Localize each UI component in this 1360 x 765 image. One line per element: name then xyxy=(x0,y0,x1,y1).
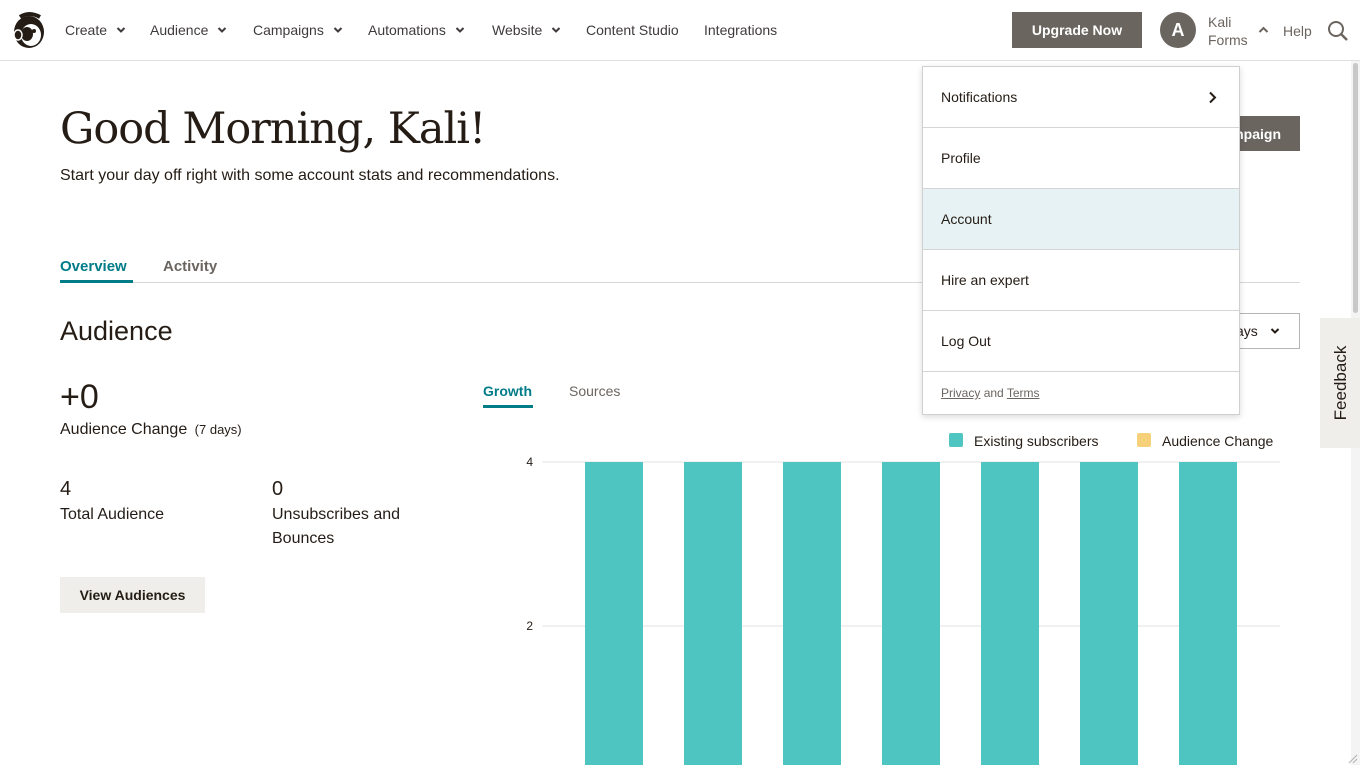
nav-website[interactable]: Website xyxy=(492,22,561,38)
nav-create[interactable]: Create xyxy=(65,22,126,38)
resize-grip-icon xyxy=(1348,754,1358,764)
menu-item-account[interactable]: Account xyxy=(923,189,1239,250)
menu-item-account-label: Account xyxy=(941,211,992,227)
chevron-up-icon[interactable] xyxy=(1258,26,1269,34)
avatar[interactable]: A xyxy=(1160,12,1196,48)
menu-item-profile-label: Profile xyxy=(941,150,981,166)
scrollbar-thumb[interactable] xyxy=(1353,63,1358,313)
chart-bar-existing-7[interactable] xyxy=(1179,462,1237,765)
audience-change-period: (7 days) xyxy=(194,422,242,437)
menu-item-notifications[interactable]: Notifications xyxy=(923,67,1239,128)
nav-automations-label: Automations xyxy=(368,22,446,38)
nav-website-label: Website xyxy=(492,22,543,38)
nav-audience-label: Audience xyxy=(150,22,209,38)
menu-footer: Privacy and Terms xyxy=(941,386,1040,400)
chart-tab-sources[interactable]: Sources xyxy=(569,383,620,399)
mailchimp-logo-icon[interactable] xyxy=(10,11,48,51)
nav-content-studio[interactable]: Content Studio xyxy=(586,22,679,38)
audience-change-text: Audience Change xyxy=(60,421,188,438)
chevron-right-icon xyxy=(1209,91,1217,104)
chart-bar-existing-4[interactable] xyxy=(882,462,940,765)
total-audience-label: Total Audience xyxy=(60,506,165,523)
y-tick-label: 2 xyxy=(526,619,533,633)
nav-audience[interactable]: Audience xyxy=(150,22,227,38)
active-tab-indicator xyxy=(60,280,133,283)
tab-activity[interactable]: Activity xyxy=(163,258,217,275)
chart-tab-indicator xyxy=(483,405,533,408)
audience-section-title: Audience xyxy=(60,316,173,346)
feedback-label[interactable]: Feedback xyxy=(1331,346,1351,421)
nav-integrations[interactable]: Integrations xyxy=(704,22,777,38)
menu-item-log-out[interactable]: Log Out xyxy=(923,311,1239,372)
audience-change-label: Audience Change (7 days) xyxy=(60,421,242,439)
chevron-down-icon xyxy=(552,27,561,33)
chevron-down-icon xyxy=(1270,328,1280,334)
page-title: Good Morning, Kali! xyxy=(60,104,486,154)
audience-growth-chart: 42 xyxy=(526,455,1280,765)
nav-automations[interactable]: Automations xyxy=(368,22,465,38)
chart-tab-growth[interactable]: Growth xyxy=(483,383,532,399)
menu-item-notifications-label: Notifications xyxy=(941,89,1018,105)
y-tick-label: 4 xyxy=(526,455,533,469)
search-icon[interactable] xyxy=(1327,20,1349,42)
unsubscribes-value: 0 xyxy=(272,478,284,500)
user-name[interactable]: Kali Forms xyxy=(1208,13,1248,49)
unsubscribes-label: Unsubscribes and Bounces xyxy=(272,503,400,551)
total-audience-value: 4 xyxy=(60,478,72,500)
footer-and-text: and xyxy=(983,386,1004,400)
unsubscribes-label-line2: Bounces xyxy=(272,530,335,547)
top-navigation: Create Audience Campaigns Automations We… xyxy=(0,0,1360,61)
chart-bar-existing-3[interactable] xyxy=(783,462,841,765)
page-subtitle: Start your day off right with some accou… xyxy=(60,167,560,184)
chart-bar-existing-5[interactable] xyxy=(981,462,1039,765)
menu-item-log-out-label: Log Out xyxy=(941,333,991,349)
user-last-name: Forms xyxy=(1208,32,1248,48)
chart-bar-existing-6[interactable] xyxy=(1080,462,1138,765)
menu-item-hire-expert-label: Hire an expert xyxy=(941,272,1029,288)
terms-link[interactable]: Terms xyxy=(1007,386,1040,400)
menu-item-profile[interactable]: Profile xyxy=(923,128,1239,189)
audience-change-value: +0 xyxy=(60,378,99,416)
chart-bar-existing-1[interactable] xyxy=(585,462,643,765)
upgrade-now-button[interactable]: Upgrade Now xyxy=(1012,12,1142,48)
nav-campaigns[interactable]: Campaigns xyxy=(253,22,343,38)
user-first-name: Kali xyxy=(1208,14,1232,30)
chevron-down-icon xyxy=(116,27,126,33)
chevron-down-icon xyxy=(455,27,465,33)
privacy-link[interactable]: Privacy xyxy=(941,386,980,400)
nav-integrations-label: Integrations xyxy=(704,22,778,38)
chevron-down-icon xyxy=(218,27,227,33)
menu-item-hire-expert[interactable]: Hire an expert xyxy=(923,250,1239,311)
view-audiences-button[interactable]: View Audiences xyxy=(60,577,205,613)
nav-content-studio-label: Content Studio xyxy=(586,22,679,38)
nav-campaigns-label: Campaigns xyxy=(253,22,324,38)
chart-bar-existing-2[interactable] xyxy=(684,462,742,765)
unsubscribes-label-line1: Unsubscribes and xyxy=(272,506,401,523)
chevron-down-icon xyxy=(333,27,343,33)
nav-create-label: Create xyxy=(65,22,108,38)
tab-overview[interactable]: Overview xyxy=(60,258,127,275)
help-link[interactable]: Help xyxy=(1283,23,1312,39)
account-dropdown-menu: Notifications Profile Account Hire an ex… xyxy=(922,66,1240,415)
